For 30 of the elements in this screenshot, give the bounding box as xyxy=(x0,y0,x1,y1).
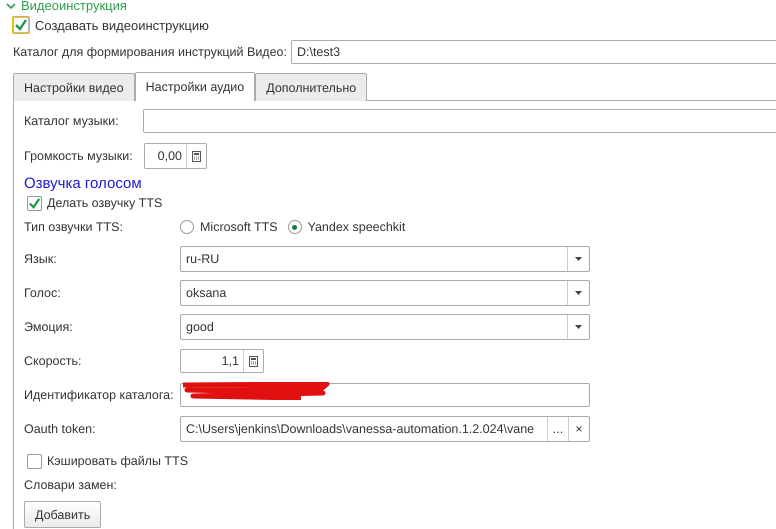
field-label: Голос: xyxy=(24,286,62,300)
input-field[interactable]: D:\test3 xyxy=(290,40,776,64)
tab[interactable]: Дополнительно xyxy=(255,73,368,101)
field-label: Каталог для формирования инструкций Видео: xyxy=(13,45,287,59)
number-field[interactable]: 1,1 xyxy=(180,349,264,373)
section-heading: Озвучка голосом xyxy=(24,175,143,194)
field-label: Идентификатор каталога: xyxy=(24,388,175,402)
field-label: Каталог музыки: xyxy=(24,114,120,128)
add-button[interactable]: Добавить xyxy=(24,501,102,528)
field-label: Громкость музыки: xyxy=(24,149,134,163)
dropdown-field[interactable]: oksana xyxy=(180,280,590,306)
field-label: Эмоция: xyxy=(24,320,74,334)
checkbox-label: Создавать видеоинструкцию xyxy=(35,18,209,32)
field-label: Словари замен: xyxy=(24,478,118,494)
tab[interactable]: Настройки видео xyxy=(13,73,135,101)
checkbox-label: Кэшировать файлы TTS xyxy=(47,454,188,468)
file-path-field[interactable]: C:\Users\jenkins\Downloads\vanessa-automation.1.2.024\vane ... × xyxy=(180,416,590,442)
field-label: Oauth token: xyxy=(24,422,97,436)
dropdown-field[interactable]: ru-RU xyxy=(180,246,590,272)
clear-button[interactable]: × xyxy=(568,417,589,441)
tab[interactable]: Настройки аудио xyxy=(134,72,256,101)
section-title: Видеоинструкция xyxy=(21,0,127,12)
checkbox-label: Делать озвучку TTS xyxy=(47,196,162,210)
radio-label: Microsoft TTS xyxy=(200,220,278,234)
field-label: Скорость: xyxy=(24,354,82,368)
dropdown-field[interactable]: good xyxy=(180,314,590,340)
number-field[interactable]: 0,00 xyxy=(144,143,207,169)
field-label: Язык: xyxy=(24,252,58,266)
radio-label: Yandex speechkit xyxy=(308,220,406,234)
field-label: Тип озвучки TTS: xyxy=(24,220,124,234)
